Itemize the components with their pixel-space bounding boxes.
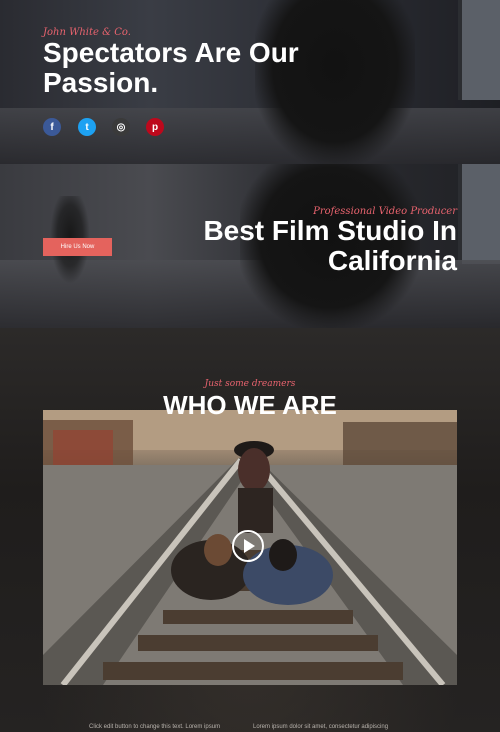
pinterest-icon[interactable]: p — [146, 118, 164, 136]
window-background — [458, 0, 500, 100]
play-icon — [244, 539, 255, 553]
about-subtitle: Just some dreamers — [204, 379, 296, 389]
about-text-right: Lorem ipsum dolor sit amet, consectetur … — [253, 724, 389, 730]
twitter-icon[interactable]: t — [78, 118, 96, 136]
instagram-icon[interactable]: ◎ — [112, 118, 130, 136]
facebook-icon[interactable]: f — [43, 118, 61, 136]
window-background — [458, 164, 500, 264]
hero-second-title: Best Film Studio In California — [203, 215, 457, 276]
about-text-left: Click edit button to change this text. L… — [89, 724, 221, 730]
hire-us-button[interactable]: Hire Us Now — [43, 238, 112, 256]
hero-section-second: Professional Video Producer Best Film St… — [0, 164, 500, 328]
video-thumbnail[interactable] — [43, 410, 457, 685]
about-title: WHO WE ARE — [163, 390, 337, 420]
play-button[interactable] — [232, 530, 264, 562]
about-section: Just some dreamers WHO WE ARE Click edit… — [0, 328, 500, 732]
floor-background — [0, 108, 500, 164]
hero-section-top: John White & Co. Spectators Are Our Pass… — [0, 0, 500, 164]
hero-top-title: Spectators Are Our Passion. — [43, 37, 299, 98]
